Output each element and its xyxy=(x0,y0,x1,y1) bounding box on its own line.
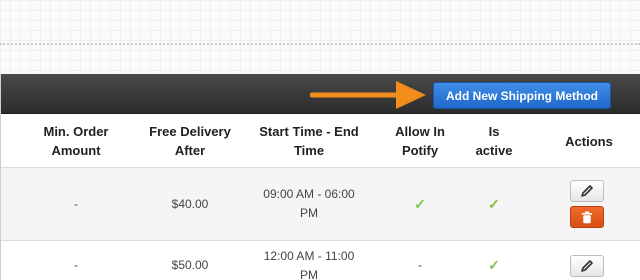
actions-cell xyxy=(567,168,607,240)
column-header-is-active[interactable]: Is active xyxy=(469,114,519,168)
allow-in-potify-cell: - xyxy=(418,258,422,272)
time-range-cell: 09:00 AM - 06:00 PM xyxy=(263,187,355,220)
table-row: - $40.00 09:00 AM - 06:00 PM ✓ ✓ xyxy=(1,168,640,241)
arrow-right-icon xyxy=(310,81,426,109)
actions-cell xyxy=(567,241,607,280)
free-delivery-cell: $50.00 xyxy=(171,258,209,272)
section-divider xyxy=(0,43,640,45)
check-icon: ✓ xyxy=(414,195,426,212)
column-header-allow-in-potify[interactable]: Allow In Potify xyxy=(388,114,452,168)
edit-button[interactable] xyxy=(570,180,604,202)
column-header-min-order[interactable]: Min. Order Amount xyxy=(36,114,116,168)
pencil-icon xyxy=(581,259,593,272)
free-delivery-cell: $40.00 xyxy=(171,196,209,211)
table-header: Min. Order Amount Free Delivery After Star… xyxy=(1,114,640,168)
check-icon: ✓ xyxy=(488,257,500,273)
pencil-icon xyxy=(581,185,593,197)
column-header-time[interactable]: Start Time - End Time xyxy=(249,114,369,168)
min-order-cell: - xyxy=(74,196,78,211)
table-row: - $50.00 12:00 AM - 11:00 PM - ✓ xyxy=(1,241,640,280)
column-header-free-delivery[interactable]: Free Delivery After xyxy=(140,114,240,168)
trash-icon xyxy=(582,211,592,223)
check-icon: ✓ xyxy=(488,195,500,212)
min-order-cell: - xyxy=(74,258,78,272)
delete-button[interactable] xyxy=(570,206,604,228)
column-header-actions: Actions xyxy=(565,133,613,149)
edit-button[interactable] xyxy=(570,254,604,277)
add-shipping-method-button[interactable]: Add New Shipping Method xyxy=(433,82,611,109)
time-range-cell: 12:00 AM - 11:00 PM xyxy=(263,248,355,280)
